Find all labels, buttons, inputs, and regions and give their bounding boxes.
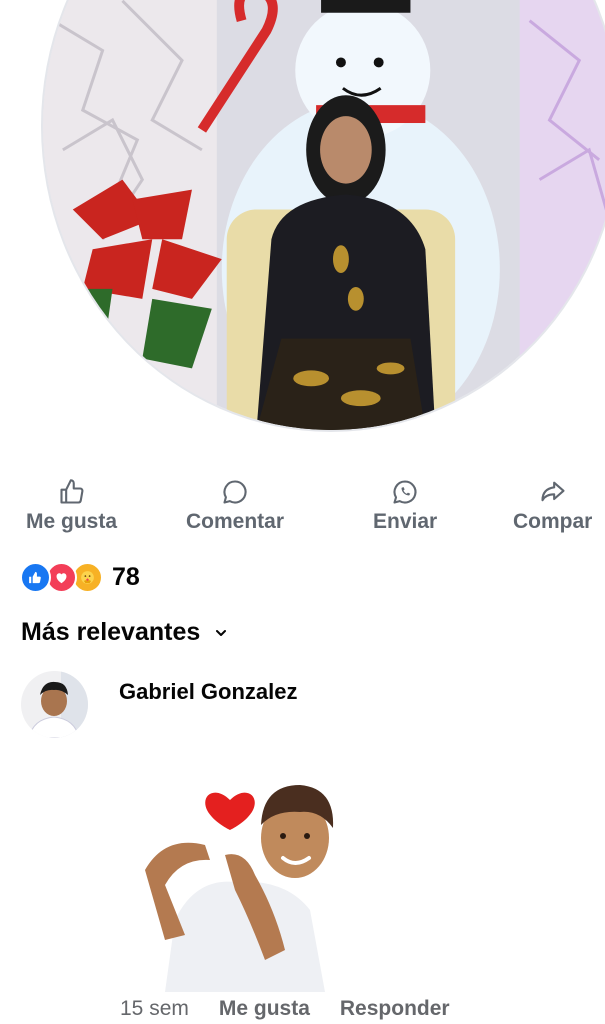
reactions-summary[interactable]: 78 (20, 561, 140, 593)
commenter-avatar[interactable] (21, 671, 88, 738)
comment-button[interactable]: Comentar (186, 478, 284, 534)
like-button[interactable]: Me gusta (26, 478, 117, 534)
comment-sort-label: Más relevantes (21, 618, 201, 646)
comment-timestamp[interactable]: 15 sem (120, 997, 189, 1021)
comment-sticker-image (135, 760, 340, 992)
comment-meta-row: 15 sem Me gusta Responder (120, 997, 450, 1021)
share-button-label: Compar (513, 510, 593, 533)
send-button[interactable]: Enviar (373, 478, 437, 534)
share-arrow-icon (541, 481, 565, 502)
post-action-bar: Me gusta Comentar Enviar Compar (0, 478, 605, 538)
profile-photo[interactable] (41, 0, 605, 432)
comment-author-name[interactable]: Gabriel Gonzalez (119, 679, 298, 705)
share-button[interactable]: Compar (513, 478, 592, 534)
comment-bubble-icon (223, 480, 247, 504)
comment-like-button[interactable]: Me gusta (219, 997, 310, 1021)
thumbs-up-icon (59, 479, 83, 504)
reaction-count: 78 (112, 562, 140, 591)
comment-button-label: Comentar (186, 510, 285, 533)
comment-sort-dropdown[interactable]: Más relevantes (21, 618, 228, 647)
whatsapp-icon (393, 480, 417, 504)
profile-photo-image (43, 0, 605, 430)
send-button-label: Enviar (373, 510, 438, 533)
like-button-label: Me gusta (26, 510, 118, 533)
chevron-down-icon (216, 629, 227, 636)
like-reaction-icon (20, 561, 51, 593)
comment-reply-button[interactable]: Responder (340, 997, 450, 1021)
